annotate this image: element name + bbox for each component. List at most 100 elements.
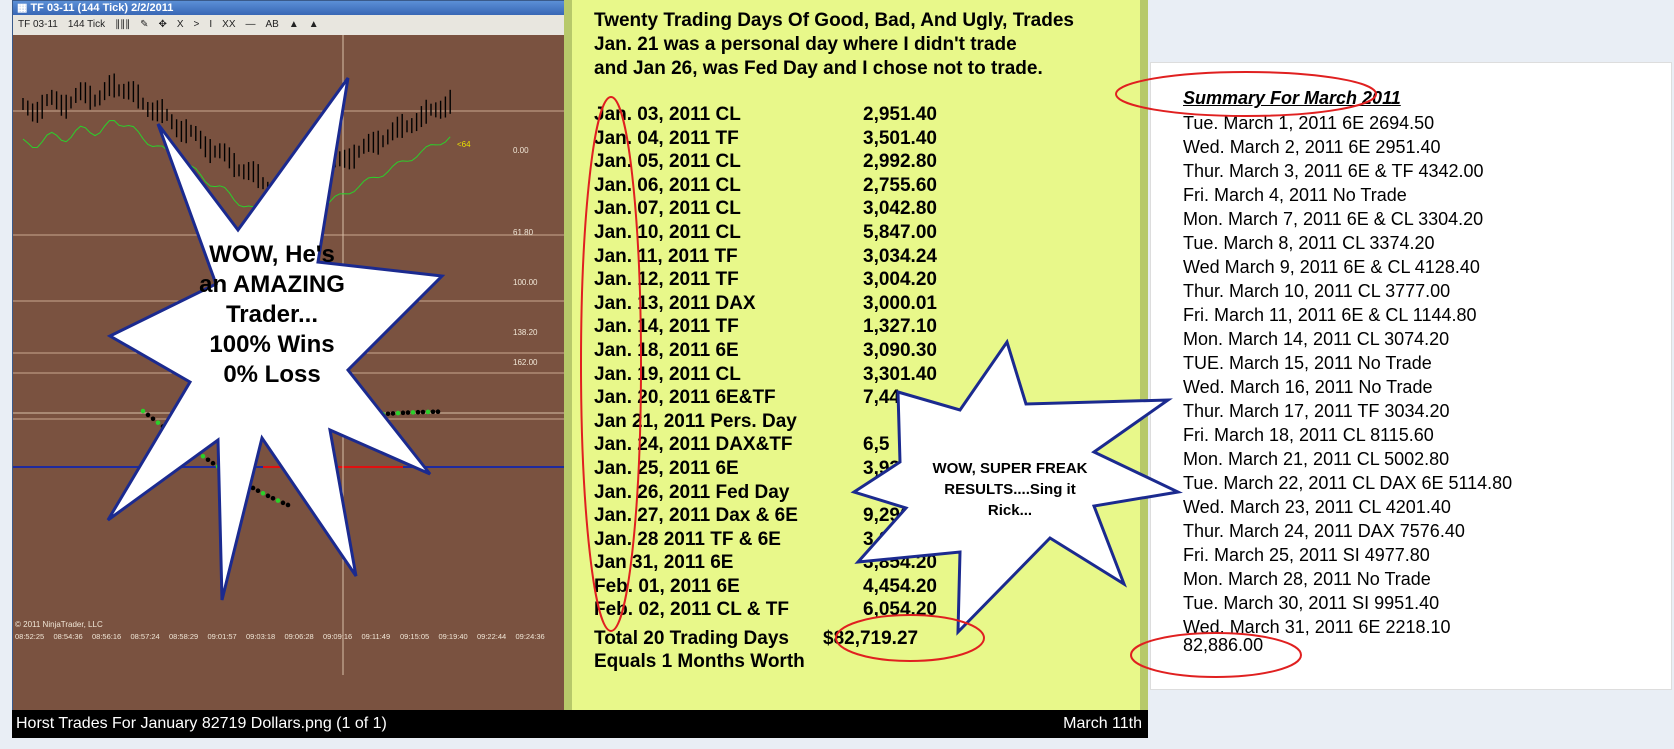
- oscillator-dot: [240, 479, 246, 485]
- time-label: 08:58:29: [169, 632, 198, 641]
- trade-amount: 3,854.20: [863, 552, 937, 574]
- oscillator-dot: [345, 416, 351, 422]
- toolbar-item[interactable]: ✎: [140, 19, 148, 30]
- toolbar-item[interactable]: 144 Tick: [68, 19, 105, 30]
- oscillator-dot: [360, 414, 366, 419]
- chart-title: TF 03-11 (144 Tick) 2/2/2011: [30, 2, 174, 14]
- toolbar-item[interactable]: —: [246, 19, 256, 30]
- toolbar-item[interactable]: TF 03-11: [18, 19, 58, 30]
- oscillator-dot: [225, 470, 231, 476]
- summary-row: Thur. March 10, 2011 CL 3777.00: [1183, 281, 1451, 301]
- summary-row: Tue. March 22, 2011 CL DAX 6E 5114.80: [1183, 473, 1513, 493]
- oscillator-dot: [335, 418, 341, 424]
- heading-line: Jan. 21 was a personal day where I didn'…: [594, 34, 1017, 55]
- trade-amount: 6,054.20: [863, 599, 937, 621]
- oscillator-dot: [195, 450, 201, 455]
- price-label: <64: [457, 140, 471, 149]
- oscillator-dot: [380, 411, 386, 417]
- oscillator-dot: [280, 500, 286, 506]
- toolbar-item[interactable]: X: [177, 19, 184, 30]
- trade-date: Jan. 20, 2011 6E&TF: [594, 387, 776, 409]
- trade-amount: 3,259.60: [863, 528, 937, 550]
- status-date: March 11th: [1063, 715, 1142, 732]
- oscillator-dot: [375, 412, 381, 418]
- oscillator-dot: [235, 476, 241, 482]
- oscillator-dot: [180, 439, 186, 445]
- trade-date: Jan. 10, 2011 CL: [594, 221, 741, 243]
- summary-row: Wed. March 23, 2011 CL 4201.40: [1183, 497, 1451, 517]
- oscillator-dot: [250, 485, 256, 491]
- oscillator-dot: [190, 446, 196, 452]
- time-label: 09:06:28: [285, 632, 314, 641]
- oscillator-dot: [285, 502, 291, 508]
- trade-date: Jan. 26, 2011 Fed Day: [594, 481, 790, 503]
- oscillator-dot: [355, 414, 361, 420]
- oscillator-dot: [330, 419, 336, 425]
- time-label: 09:15:05: [400, 632, 429, 641]
- oscillator-dot: [200, 453, 206, 459]
- oscillator-dot: [260, 491, 266, 496]
- oscillator-dot: [305, 427, 311, 432]
- summary-row: Mon. March 7, 2011 6E & CL 3304.20: [1183, 209, 1484, 229]
- trade-amount: 3,090.30: [863, 339, 937, 361]
- summary-title: Summary For March 2011: [1183, 88, 1401, 108]
- trade-date: Jan. 04, 2011 TF: [594, 127, 739, 149]
- time-label: 09:09:16: [323, 632, 352, 641]
- trade-date: Jan. 13, 2011 DAX: [594, 292, 756, 314]
- trade-date: Jan. 28 2011 TF & 6E: [594, 528, 781, 550]
- toolbar-item[interactable]: I: [209, 19, 212, 30]
- oscillator-dot: [395, 410, 401, 416]
- trade-date: Jan. 12, 2011 TF: [594, 269, 739, 291]
- oscillator-dot: [370, 412, 376, 418]
- time-label: 08:57:24: [131, 632, 160, 641]
- time-label: 09:22:44: [477, 632, 506, 641]
- oscillator-dot: [415, 409, 421, 415]
- toolbar-item[interactable]: ✥: [158, 19, 166, 30]
- trade-date: Jan. 19, 2011 CL: [594, 363, 741, 385]
- summary-row: Wed March 9, 2011 6E & CL 4128.40: [1183, 257, 1480, 277]
- oscillator-dot: [270, 495, 276, 501]
- trade-amount: 3,042.80: [863, 198, 937, 220]
- heading-line: Twenty Trading Days Of Good, Bad, And Ug…: [594, 10, 1074, 31]
- trade-amount: 7,44: [863, 387, 900, 409]
- price-label: 162.00: [513, 358, 538, 367]
- trade-date: Jan. 03, 2011 CL: [594, 104, 741, 125]
- oscillator-dot: [160, 424, 166, 429]
- trade-date: Jan. 06, 2011 CL: [594, 174, 741, 196]
- oscillator-dot: [295, 430, 301, 436]
- oscillator-dot: [405, 410, 411, 415]
- toolbar-item[interactable]: ▲: [289, 19, 299, 30]
- trade-date: Jan. 24, 2011 DAX&TF: [594, 434, 793, 456]
- oscillator-dot: [340, 417, 346, 423]
- summary-row: Wed. March 16, 2011 No Trade: [1183, 377, 1433, 397]
- trade-date: Jan. 18, 2011 6E: [594, 339, 739, 361]
- heading-line: and Jan 26, was Fed Day and I chose not …: [594, 58, 1043, 79]
- trade-date: Jan. 27, 2011 Dax & 6E: [594, 505, 798, 527]
- summary-row: Fri. March 18, 2011 CL 8115.60: [1183, 425, 1434, 445]
- time-label: 09:03:18: [246, 632, 275, 641]
- oscillator-dot: [290, 432, 296, 438]
- price-chart[interactable]: <64 0.00 61.80 100.00 138.20 162.00 08:52:25 08…: [13, 35, 565, 711]
- price-label: 100.00: [513, 278, 538, 287]
- toolbar-item[interactable]: XX: [222, 19, 235, 30]
- summary-row: Wed. March 2, 2011 6E 2951.40: [1183, 137, 1441, 157]
- total-label: Total 20 Trading Days: [594, 628, 789, 649]
- oscillator-dot: [400, 410, 406, 416]
- toolbar-item[interactable]: >: [194, 19, 200, 30]
- status-filename: Horst Trades For January 82719 Dollars.p…: [16, 715, 387, 732]
- oscillator-dot: [320, 422, 326, 428]
- price-label: 0.00: [513, 146, 529, 155]
- oscillator-dot: [420, 409, 426, 415]
- trade-amount: 1,327.10: [863, 316, 937, 338]
- summary-row: Fri. March 4, 2011 No Trade: [1183, 185, 1407, 205]
- summary-total: 82,886.00: [1183, 635, 1264, 655]
- toolbar-item[interactable]: ▲: [309, 19, 319, 30]
- oscillator-dot: [430, 409, 436, 415]
- oscillator-dot: [390, 411, 396, 416]
- oscillator-dot: [310, 425, 316, 431]
- status-bar: Horst Trades For January 82719 Dollars.p…: [12, 710, 1148, 738]
- summary-row: Thur. March 3, 2011 6E & TF 4342.00: [1183, 161, 1484, 181]
- toolbar-item[interactable]: ∥∥∥: [115, 19, 130, 30]
- trade-amount: 3,501.40: [863, 127, 937, 149]
- toolbar-item[interactable]: AB: [266, 19, 279, 30]
